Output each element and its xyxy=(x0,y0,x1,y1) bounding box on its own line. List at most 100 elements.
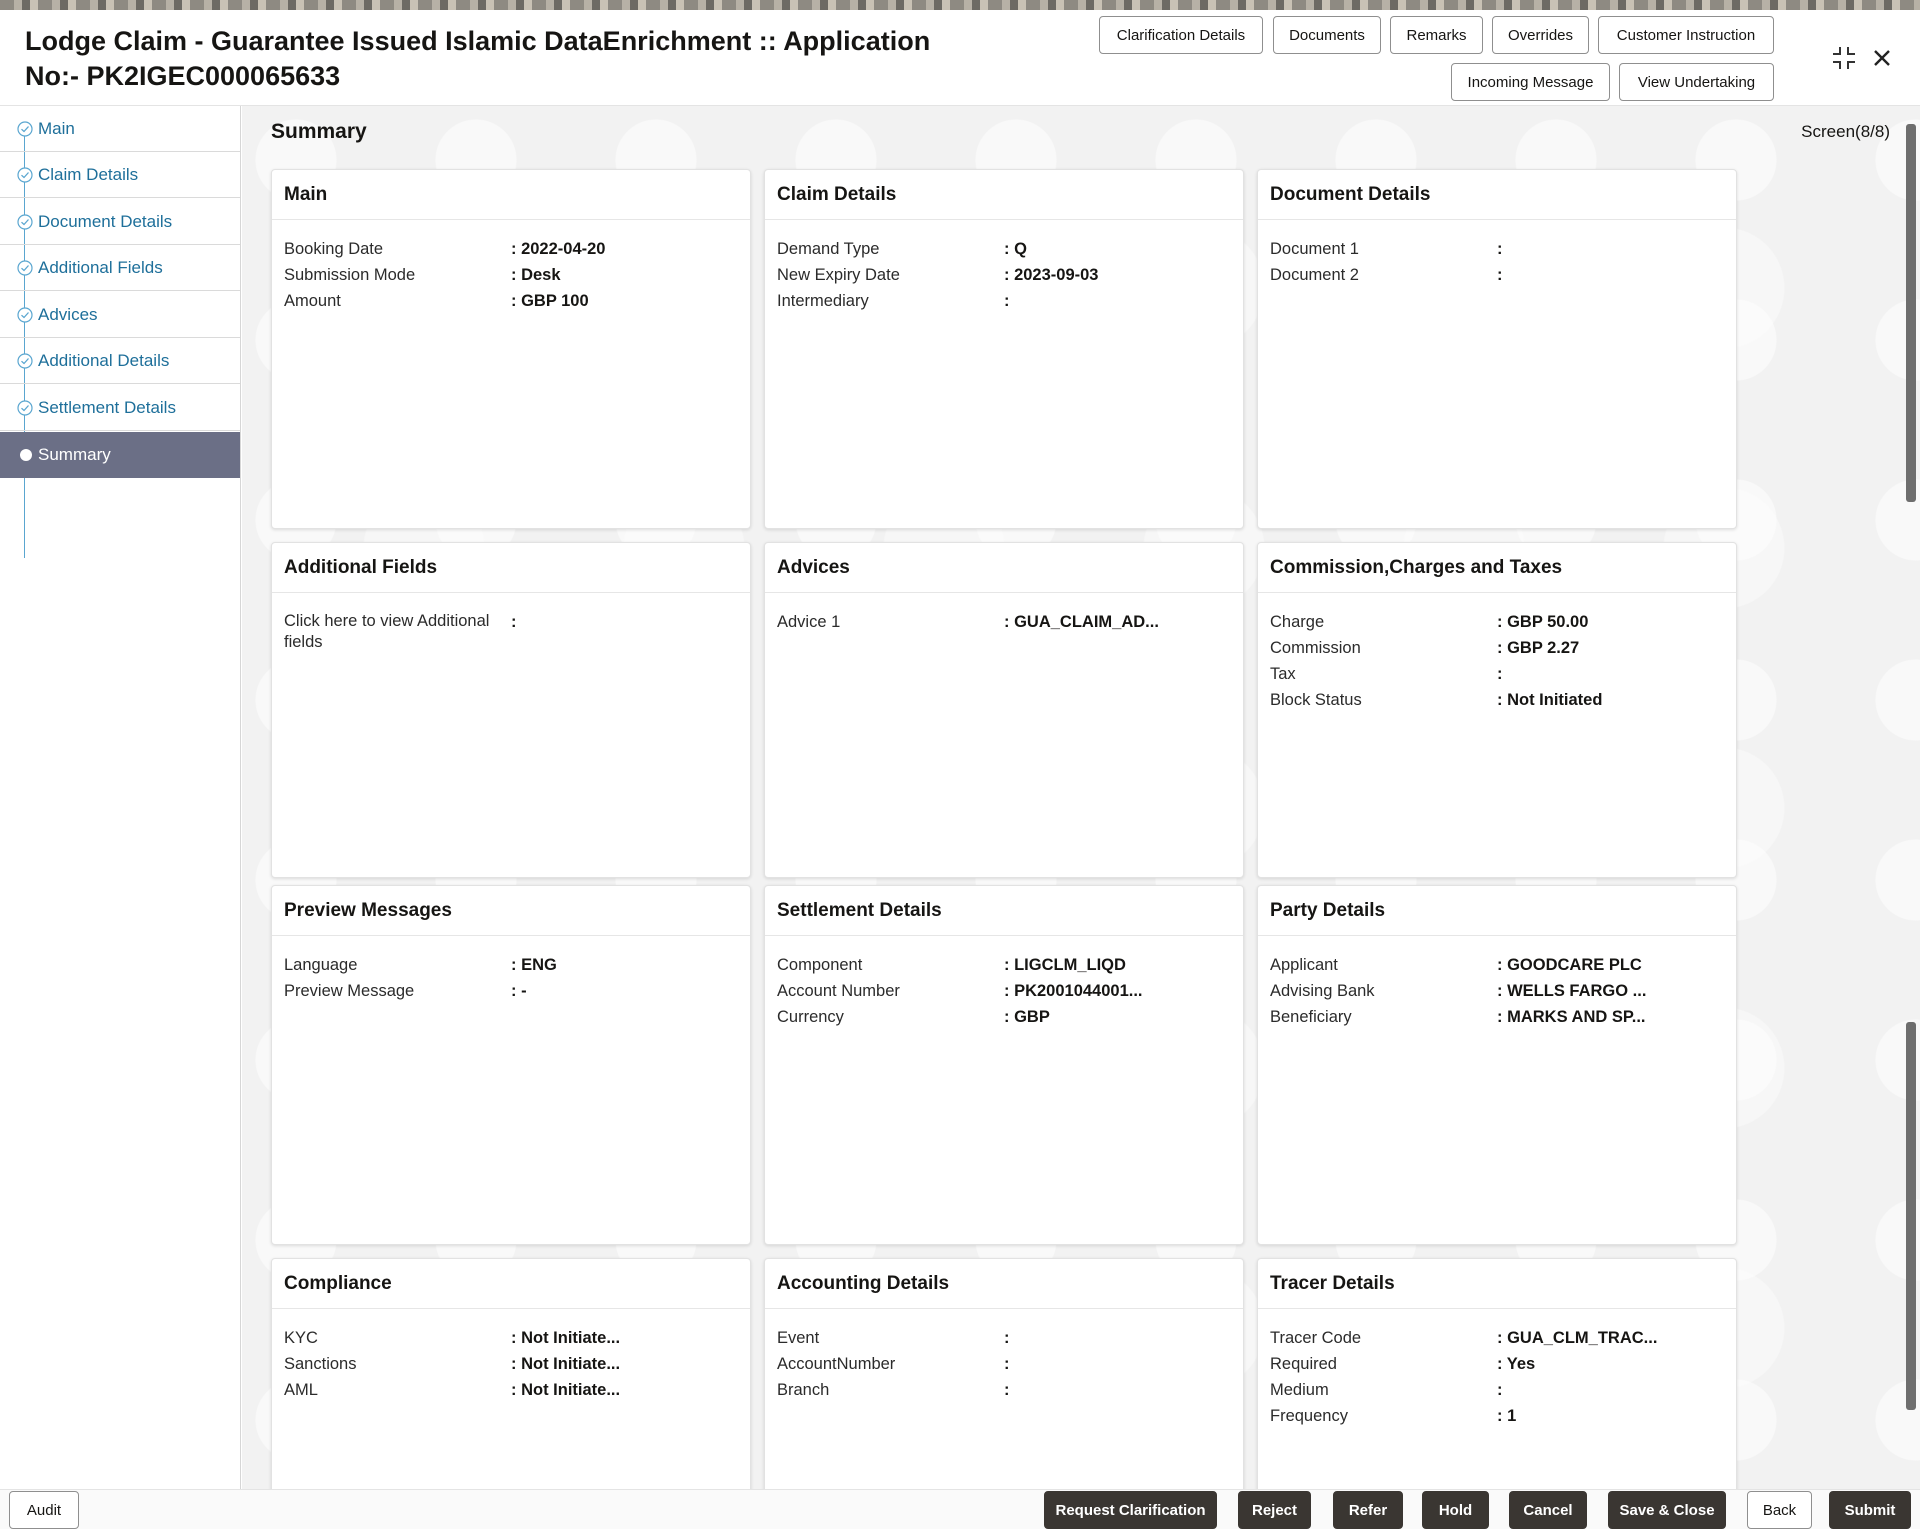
sidebar-item-label: Advices xyxy=(38,304,98,324)
row-value: : xyxy=(1497,266,1503,284)
back-button[interactable]: Back xyxy=(1747,1491,1812,1529)
row-label: Advising Bank xyxy=(1270,982,1375,1000)
card-title: Advices xyxy=(765,543,1243,593)
minimize-icon[interactable] xyxy=(1828,42,1860,74)
sidebar-item-label: Main xyxy=(38,118,75,138)
card-row: Block Status : Not Initiated xyxy=(1270,687,1724,713)
row-label: Block Status xyxy=(1270,691,1362,709)
additional-fields-link[interactable]: Click here to view Additional fields xyxy=(284,609,511,653)
refer-button[interactable]: Refer xyxy=(1333,1491,1403,1529)
card-title: Preview Messages xyxy=(272,886,750,936)
card-row: Advice 1: GUA_CLAIM_AD... xyxy=(777,609,1231,635)
sidebar-item-summary[interactable]: Summary xyxy=(0,432,240,478)
reject-button[interactable]: Reject xyxy=(1238,1491,1311,1529)
row-label: Amount xyxy=(284,292,341,310)
card-title: Claim Details xyxy=(765,170,1243,220)
sidebar-item-label: Settlement Details xyxy=(38,397,176,417)
row-label: Sanctions xyxy=(284,1355,357,1373)
sidebar-item-claim-details[interactable]: Claim Details xyxy=(0,152,240,198)
row-value: : Desk xyxy=(511,266,561,284)
check-circle-icon xyxy=(17,214,33,230)
row-value: : Not Initiate... xyxy=(511,1381,621,1399)
row-label: Tax xyxy=(1270,665,1296,683)
row-label: New Expiry Date xyxy=(777,266,900,284)
close-icon[interactable] xyxy=(1866,42,1898,74)
row-label: Beneficiary xyxy=(1270,1008,1352,1026)
row-label: KYC xyxy=(284,1329,318,1347)
sidebar-item-label: Document Details xyxy=(38,211,173,231)
row-label: Tracer Code xyxy=(1270,1329,1362,1347)
sidebar-item-document-details[interactable]: Document Details xyxy=(0,199,240,245)
compliance-card[interactable]: Compliance KYC: Not Initiate... Sanction… xyxy=(271,1258,751,1489)
row-value: : Q xyxy=(1004,240,1027,258)
sidebar-item-label: Additional Details xyxy=(38,350,170,370)
sidebar-item-additional-fields[interactable]: Additional Fields xyxy=(0,245,240,291)
row-value: : GBP 100 xyxy=(511,292,589,310)
remarks-button[interactable]: Remarks xyxy=(1390,16,1483,54)
card-row: Amount : GBP 100 xyxy=(284,288,738,314)
customer-instruction-button[interactable]: Customer Instruction xyxy=(1598,16,1774,54)
content-scrollbar-thumb-top[interactable] xyxy=(1906,124,1916,502)
check-circle-icon xyxy=(17,121,33,137)
row-label: Commission xyxy=(1270,639,1361,657)
check-circle-icon xyxy=(17,260,33,276)
row-value: : Not Initiated xyxy=(1497,691,1603,709)
party-details-card[interactable]: Party Details Applicant: GOODCARE PLC Ad… xyxy=(1257,885,1737,1245)
submit-button[interactable]: Submit xyxy=(1829,1491,1911,1529)
row-value: : ENG xyxy=(511,956,557,974)
row-label: Applicant xyxy=(1270,956,1338,974)
overrides-button[interactable]: Overrides xyxy=(1492,16,1589,54)
card-row: Beneficiary: MARKS AND SP... xyxy=(1270,1004,1724,1030)
card-title: Accounting Details xyxy=(765,1259,1243,1309)
request-clarification-button[interactable]: Request Clarification xyxy=(1044,1491,1217,1529)
section-title: Summary xyxy=(271,120,367,143)
card-row: Click here to view Additional fields: xyxy=(284,609,738,653)
document-details-card[interactable]: Document Details Document 1: Document 2: xyxy=(1257,169,1737,529)
audit-button[interactable]: Audit xyxy=(9,1491,79,1529)
row-value: : xyxy=(1497,665,1503,683)
card-row: Frequency: 1 xyxy=(1270,1403,1724,1429)
row-label: Demand Type xyxy=(777,240,880,258)
tracer-details-card[interactable]: Tracer Details Tracer Code: GUA_CLM_TRAC… xyxy=(1257,1258,1737,1489)
documents-button[interactable]: Documents xyxy=(1273,16,1381,54)
row-value: : GOODCARE PLC xyxy=(1497,956,1642,974)
additional-fields-card[interactable]: Additional Fields Click here to view Add… xyxy=(271,542,751,878)
card-row: Advising Bank: WELLS FARGO ... xyxy=(1270,978,1724,1004)
sidebar-item-advices[interactable]: Advices xyxy=(0,292,240,338)
sidebar-item-settlement-details[interactable]: Settlement Details xyxy=(0,385,240,431)
row-value: : Not Initiate... xyxy=(511,1329,621,1347)
hold-button[interactable]: Hold xyxy=(1422,1491,1489,1529)
advices-card[interactable]: Advices Advice 1: GUA_CLAIM_AD... xyxy=(764,542,1244,878)
view-undertaking-button[interactable]: View Undertaking xyxy=(1619,63,1774,101)
current-step-dot-icon xyxy=(20,449,32,461)
card-row: Booking Date: 2022-04-20 xyxy=(284,236,738,262)
settlement-details-card[interactable]: Settlement Details Component: LIGCLM_LIQ… xyxy=(764,885,1244,1245)
row-value: : xyxy=(1497,1381,1503,1399)
clarification-details-button[interactable]: Clarification Details xyxy=(1099,16,1263,54)
row-label: Booking Date xyxy=(284,240,384,258)
save-close-button[interactable]: Save & Close xyxy=(1608,1491,1726,1529)
top-banner-strip xyxy=(0,0,1920,10)
row-value: : Yes xyxy=(1497,1355,1536,1373)
incoming-message-button[interactable]: Incoming Message xyxy=(1451,63,1610,101)
sidebar-item-main[interactable]: Main xyxy=(0,106,240,152)
sidebar-item-label: Claim Details xyxy=(38,164,139,184)
preview-messages-card[interactable]: Preview Messages Language: ENG Preview M… xyxy=(271,885,751,1245)
row-value: : PK2001044001... xyxy=(1004,982,1143,1000)
row-label: Charge xyxy=(1270,613,1325,631)
row-value: : 1 xyxy=(1497,1407,1517,1425)
card-row: Document 1: xyxy=(1270,236,1724,262)
sidebar-item-additional-details[interactable]: Additional Details xyxy=(0,338,240,384)
card-row: Commission: GBP 2.27 xyxy=(1270,635,1724,661)
page-title: Lodge Claim - Guarantee Issued Islamic D… xyxy=(25,26,931,91)
row-value: : xyxy=(1004,292,1010,310)
main-card[interactable]: Main Booking Date: 2022-04-20 Submission… xyxy=(271,169,751,529)
claim-details-card[interactable]: Claim Details Demand Type : Q New Expiry … xyxy=(764,169,1244,529)
accounting-details-card[interactable]: Accounting Details Event: AccountNumber:… xyxy=(764,1258,1244,1489)
row-label: Advice 1 xyxy=(777,613,841,631)
commission-charges-taxes-card[interactable]: Commission,Charges and Taxes Charge: GBP… xyxy=(1257,542,1737,878)
content-scrollbar-thumb-bottom[interactable] xyxy=(1906,1022,1916,1410)
cancel-button[interactable]: Cancel xyxy=(1509,1491,1587,1529)
card-row: Submission Mode: Desk xyxy=(284,262,738,288)
row-value: : xyxy=(1004,1355,1010,1373)
